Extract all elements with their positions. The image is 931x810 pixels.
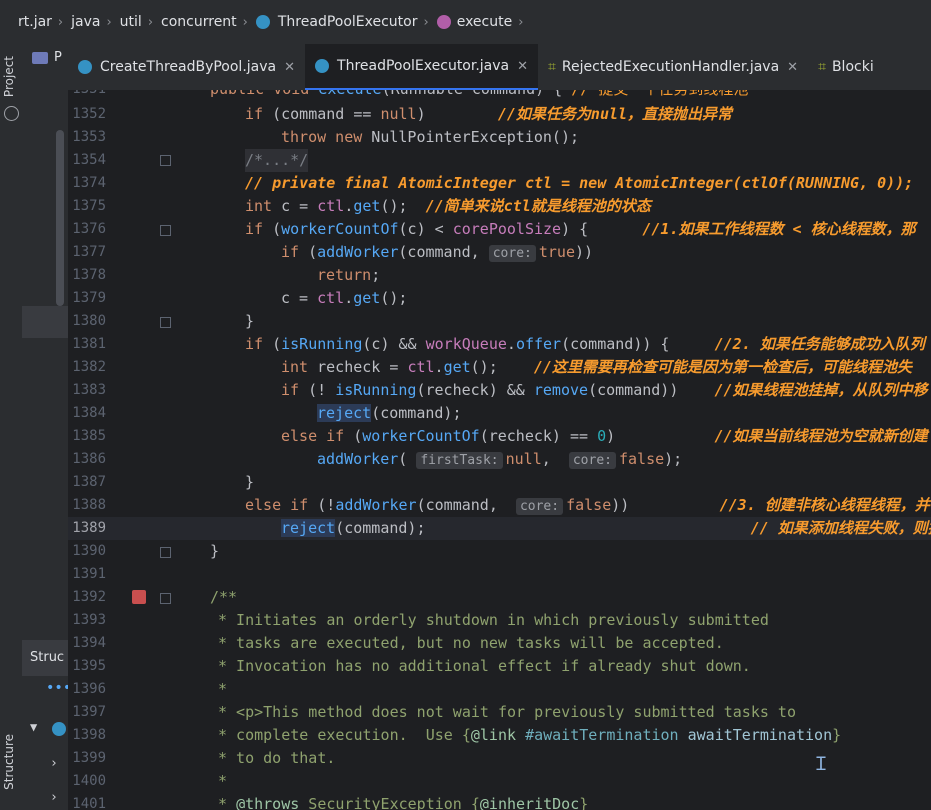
code-line: 1381 if (isRunning(c) && workQueue.offer(… [72, 335, 925, 353]
chevron-right-icon: › [106, 14, 112, 30]
breadcrumb-item-jar[interactable]: rt.jar › [18, 14, 71, 30]
list-item-selected[interactable] [22, 306, 68, 338]
code-line: 1385 else if (workerCountOf(recheck) == 0… [72, 427, 928, 445]
close-icon[interactable]: ✕ [517, 59, 528, 74]
code-line: 1401 * @throws SecurityException {@inheri… [72, 795, 589, 810]
structure-panel-title[interactable]: Struc [22, 640, 68, 676]
class-icon [52, 722, 66, 736]
structure-tool-window-button[interactable]: Structure [2, 734, 16, 790]
code-line: 1395 * Invocation has no additional effec… [72, 657, 751, 675]
class-icon [315, 59, 330, 73]
code-line: 1351public void execute(Runnable command… [68, 90, 931, 101]
chevron-right-icon: › [518, 14, 524, 30]
code-line: 1391 [72, 566, 106, 582]
class-icon [255, 15, 270, 29]
tab-blockingqueue[interactable]: ⌗ Blocki [808, 44, 884, 90]
project-tool-icon [4, 106, 19, 121]
code-line: 1354/*...*/ [68, 149, 931, 172]
code-line: 1379 c = ctl.get(); [72, 289, 408, 307]
interface-icon: ⌗ [818, 59, 826, 75]
breadcrumb-item-method[interactable]: execute › [436, 14, 532, 30]
breadcrumb-item-concurrent[interactable]: concurrent › [161, 14, 256, 30]
fold-icon[interactable] [160, 593, 171, 604]
code-line: 1386 addWorker( firstTask: null, core: fals… [72, 450, 683, 469]
code-line: 1380} [72, 312, 255, 330]
close-icon[interactable]: ✕ [284, 60, 295, 75]
tab-threadpoolexecutor[interactable]: ThreadPoolExecutor.java ✕ [305, 44, 539, 90]
code-line: 1387} [72, 473, 255, 491]
code-line-current: 1389reject(command); // 如果添加线程失败，则执行 [68, 517, 931, 540]
code-line: 1392/** [72, 588, 238, 606]
chevron-right-icon: › [242, 14, 248, 30]
code-line: 1397 * <p>This method does not wait for p… [72, 703, 796, 721]
chevron-right-icon[interactable]: › [50, 756, 58, 771]
code-line: 1396 * [72, 680, 228, 698]
code-line: 1400 * [72, 772, 228, 790]
tab-createthreadbypool[interactable]: CreateThreadByPool.java ✕ [68, 44, 305, 90]
close-icon[interactable]: ✕ [787, 60, 798, 75]
code-line: 1394 * tasks are executed, but no new tas… [72, 634, 724, 652]
project-tool-window-button[interactable]: Project [2, 56, 16, 97]
breadcrumb-item-class[interactable]: ThreadPoolExecutor › [255, 14, 437, 30]
breadcrumb-item-util[interactable]: util › [120, 14, 161, 30]
code-line: 1384 reject(command); [72, 404, 462, 422]
code-line: 1390} [72, 542, 220, 560]
code-line: 1388 else if (!addWorker(command, core: fa… [72, 496, 930, 515]
breadcrumb-item-java[interactable]: java › [71, 14, 120, 30]
code-editor[interactable]: 💡 1351public void execute(Runnable comma… [68, 90, 931, 810]
folder-icon [32, 51, 48, 64]
chevron-right-icon[interactable]: › [50, 790, 58, 805]
class-icon [78, 60, 92, 74]
scrollbar[interactable] [56, 130, 64, 306]
code-line: 1375 int c = ctl.get(); //简单来说ctl就是线程池的状态 [72, 197, 651, 215]
chevron-right-icon: › [423, 14, 429, 30]
code-line: 1398 * complete execution. Use {@link #aw… [72, 726, 842, 744]
editor-tab-bar: CreateThreadByPool.java ✕ ThreadPoolExec… [68, 44, 931, 90]
chevron-down-icon[interactable]: ▼ [30, 720, 37, 734]
code-line: 1377 if (addWorker(command, core: true)) [72, 243, 594, 262]
code-line: 1353 throw new NullPointerException(); [72, 128, 580, 146]
code-line: 1383 if (! isRunning(recheck) && remove(c… [72, 381, 928, 399]
project-panel: P Struc ••• ▼ › › [22, 44, 71, 810]
code-line: 1399 * to do that. [72, 749, 336, 767]
fold-icon[interactable] [160, 317, 171, 328]
tab-rejectedexecutionhandler[interactable]: ⌗ RejectedExecutionHandler.java ✕ [538, 44, 808, 90]
project-panel-title[interactable]: P [54, 50, 62, 65]
code-line: 1352 if (command == null) //如果任务为null，直接抛… [72, 105, 733, 123]
fold-icon[interactable] [160, 225, 171, 236]
left-tool-window-bar: Project Structure [0, 44, 23, 810]
fold-icon[interactable] [160, 547, 171, 558]
method-icon [436, 15, 451, 29]
code-line: 1374// private final AtomicInteger ctl =… [72, 174, 914, 192]
code-line: 1376 if (workerCountOf(c) < corePoolSize)… [72, 220, 916, 238]
code-line: 1382 int recheck = ctl.get(); //这里需要再检查可能… [72, 358, 912, 376]
fold-icon[interactable] [160, 155, 171, 166]
code-line: 1378 return; [72, 266, 381, 284]
chevron-right-icon: › [57, 14, 64, 30]
text-cursor-icon: Ｉ [812, 754, 830, 775]
chevron-right-icon: › [147, 14, 154, 30]
code-line: 1393 * Initiates an orderly shutdown in w… [72, 611, 769, 629]
interface-icon: ⌗ [548, 59, 556, 75]
breadcrumb: rt.jar › java › util › concurrent › ThreadPo… [0, 0, 931, 44]
